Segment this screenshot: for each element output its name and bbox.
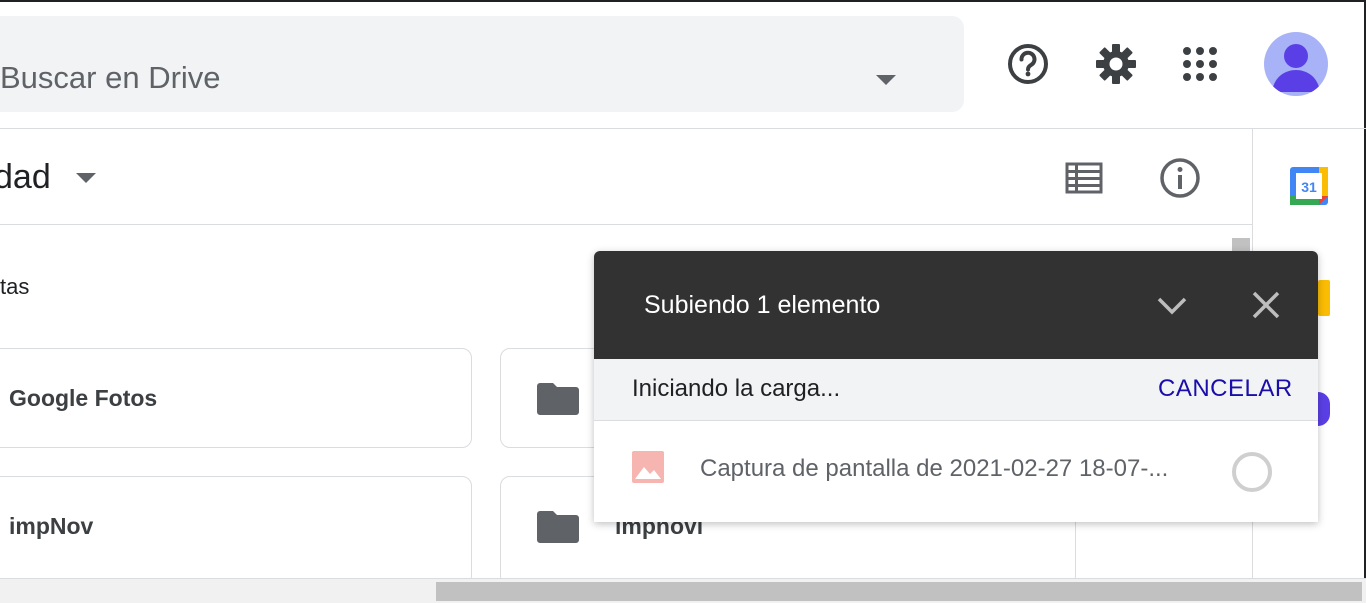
list-view-icon[interactable] [1064,160,1104,196]
calendar-app-icon[interactable]: 31 [1290,167,1328,205]
page-title[interactable]: dad [0,160,51,194]
help-icon[interactable] [1006,42,1050,86]
upload-panel-header: Subiendo 1 elemento [594,251,1318,359]
image-file-icon [632,451,664,483]
gear-icon[interactable] [1094,42,1138,86]
account-avatar-icon[interactable] [1264,32,1328,96]
upload-status-row: Iniciando la carga... CANCELAR [594,359,1318,421]
folder-icon [537,383,579,420]
title-dropdown-caret-icon[interactable] [76,173,96,183]
cancel-upload-button[interactable]: CANCELAR [1158,377,1293,401]
upload-panel: Subiendo 1 elemento Iniciando la carga..… [594,251,1318,522]
upload-progress-spinner-icon [1232,452,1272,492]
subheader-divider [0,224,1252,225]
section-label: tas [0,274,30,299]
apps-grid-icon[interactable] [1180,44,1220,84]
folder-card-label: impNov [9,513,94,539]
search-bar[interactable]: Buscar en Drive [0,16,964,112]
collapse-chevron-icon[interactable] [1156,291,1188,319]
folder-card[interactable]: impNov [0,476,472,586]
tasks-app-icon[interactable] [1318,392,1330,426]
search-input[interactable]: Buscar en Drive [0,62,221,93]
upload-status-text: Iniciando la carga... [632,375,841,402]
folder-icon [537,511,579,548]
folder-card-label: Google Fotos [9,385,158,411]
upload-title: Subiendo 1 elemento [644,291,881,319]
calendar-day-label: 31 [1301,179,1317,195]
window-top-border [0,0,1366,2]
folder-card[interactable]: Google Fotos [0,348,472,448]
close-icon[interactable] [1250,289,1282,321]
keep-app-icon[interactable] [1318,280,1330,316]
header-divider [0,128,1366,129]
upload-file-name: Captura de pantalla de 2021-02-27 18-07-… [700,455,1169,482]
horizontal-scrollbar-thumb[interactable] [436,582,1362,601]
info-icon[interactable] [1158,156,1202,200]
search-options-caret-icon[interactable] [876,75,896,85]
